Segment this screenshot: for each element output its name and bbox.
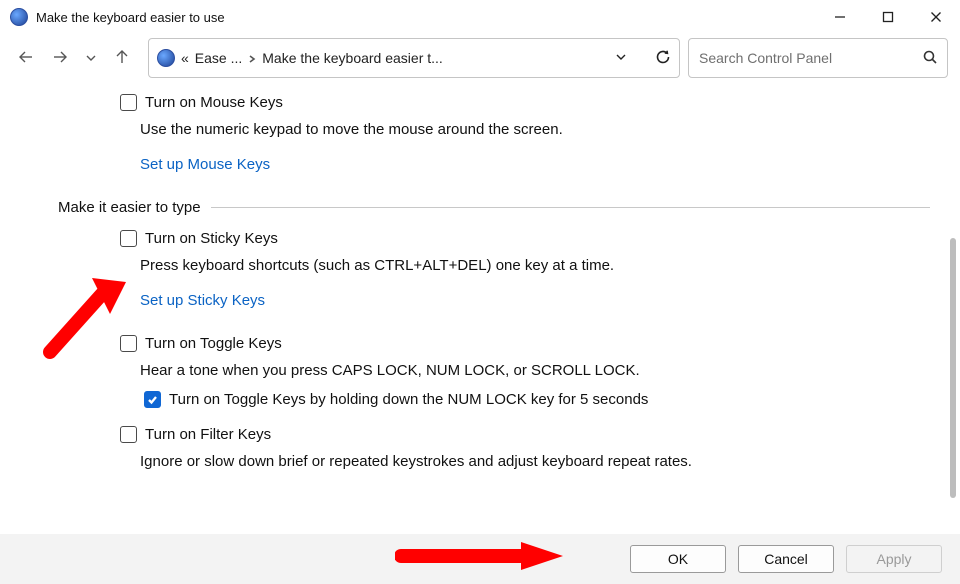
divider [211, 207, 930, 208]
mouse-keys-desc: Use the numeric keypad to move the mouse… [140, 121, 930, 138]
minimize-button[interactable] [816, 0, 864, 34]
toggle-keys-label: Turn on Toggle Keys [145, 335, 282, 352]
breadcrumb-part2[interactable]: Make the keyboard easier t... [262, 50, 443, 66]
filter-keys-checkbox[interactable] [120, 426, 137, 443]
search-placeholder: Search Control Panel [699, 50, 832, 66]
toggle-keys-checkbox[interactable] [120, 335, 137, 352]
recent-dropdown-icon[interactable] [86, 50, 96, 66]
ok-button-label: OK [668, 551, 688, 567]
navigation-bar: « Ease ... Make the keyboard easier t...… [0, 34, 960, 88]
address-bar[interactable]: « Ease ... Make the keyboard easier t... [148, 38, 680, 78]
sticky-keys-checkbox[interactable] [120, 230, 137, 247]
toggle-keys-numlock-checkbox[interactable] [144, 391, 161, 408]
section-heading-label: Make it easier to type [58, 199, 201, 216]
cancel-button-label: Cancel [764, 551, 808, 567]
chevron-right-icon [248, 50, 256, 66]
apply-button-label: Apply [876, 551, 911, 567]
search-icon [923, 50, 937, 67]
mouse-keys-checkbox[interactable] [120, 94, 137, 111]
filter-keys-desc: Ignore or slow down brief or repeated ke… [140, 453, 780, 470]
refresh-icon[interactable] [655, 49, 671, 68]
sticky-keys-desc: Press keyboard shortcuts (such as CTRL+A… [140, 257, 930, 274]
up-icon[interactable] [114, 49, 130, 68]
close-button[interactable] [912, 0, 960, 34]
content-area: Turn on Mouse Keys Use the numeric keypa… [0, 90, 960, 534]
apply-button: Apply [846, 545, 942, 573]
toggle-keys-desc: Hear a tone when you press CAPS LOCK, NU… [140, 362, 930, 379]
title-bar: Make the keyboard easier to use [0, 0, 960, 34]
app-icon [10, 8, 28, 26]
sticky-keys-link[interactable]: Set up Sticky Keys [140, 292, 265, 309]
forward-icon[interactable] [52, 49, 68, 68]
toggle-keys-numlock-label: Turn on Toggle Keys by holding down the … [169, 391, 648, 408]
maximize-button[interactable] [864, 0, 912, 34]
filter-keys-label: Turn on Filter Keys [145, 426, 271, 443]
breadcrumb-prefix: « [181, 50, 189, 66]
location-icon [157, 49, 175, 67]
window-title: Make the keyboard easier to use [36, 10, 225, 25]
ok-button[interactable]: OK [630, 545, 726, 573]
dialog-button-bar: OK Cancel Apply [0, 534, 960, 584]
address-dropdown-icon[interactable] [615, 50, 627, 66]
back-icon[interactable] [18, 49, 34, 68]
search-input[interactable]: Search Control Panel [688, 38, 948, 78]
section-heading-type: Make it easier to type [58, 199, 930, 216]
mouse-keys-link[interactable]: Set up Mouse Keys [140, 156, 270, 173]
scrollbar-thumb[interactable] [950, 238, 956, 498]
sticky-keys-label: Turn on Sticky Keys [145, 230, 278, 247]
breadcrumb-part1[interactable]: Ease ... [195, 50, 242, 66]
cancel-button[interactable]: Cancel [738, 545, 834, 573]
mouse-keys-label: Turn on Mouse Keys [145, 94, 283, 111]
